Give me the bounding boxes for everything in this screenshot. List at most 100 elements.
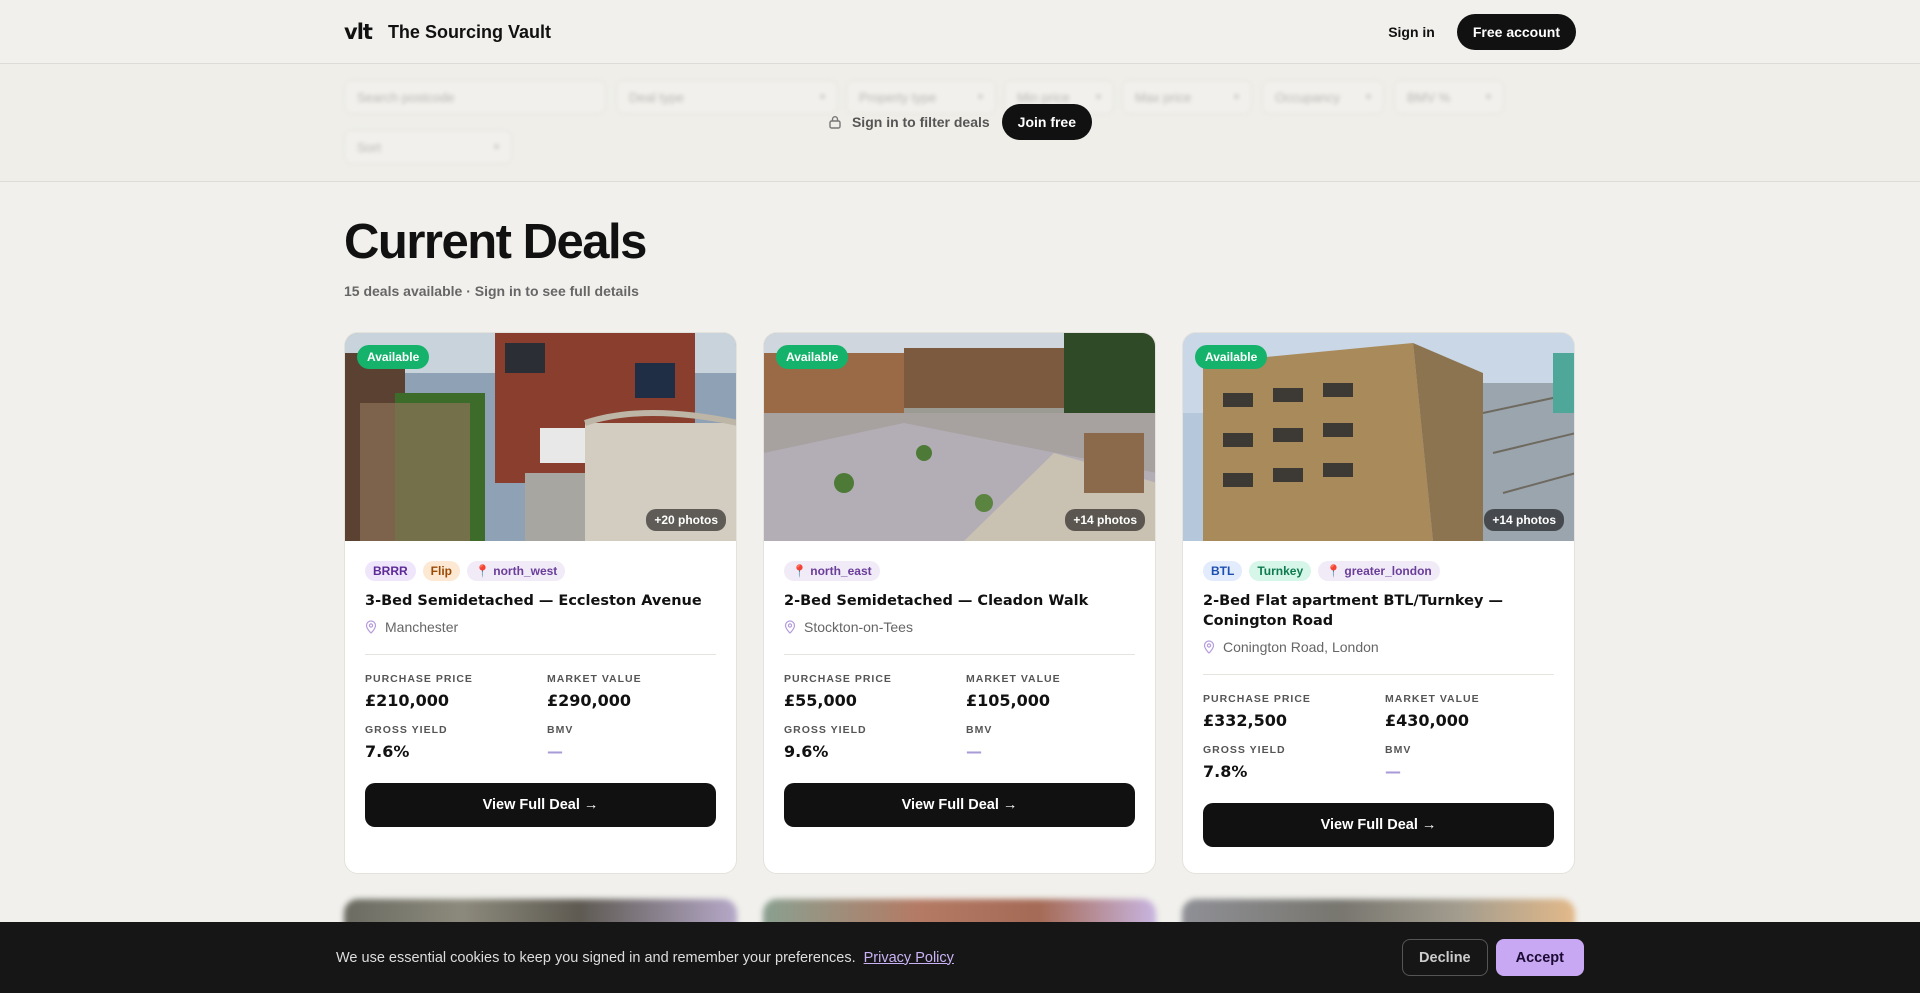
- deal-card[interactable]: Available +14 photos BTL Turnkey 📍 great…: [1182, 332, 1575, 874]
- filter-bar: Search postcode Deal type ▾ Property type…: [0, 64, 1920, 182]
- market-value-value: £430,000: [1385, 711, 1470, 730]
- tag-region: 📍 north_west: [467, 561, 566, 581]
- map-pin-icon: [365, 620, 377, 634]
- deal-title[interactable]: 2-Bed Flat apartment BTL/Turnkey — Conin…: [1203, 591, 1554, 631]
- chevron-down-icon: ▾: [1095, 91, 1101, 103]
- tag-region: 📍 north_east: [784, 561, 880, 581]
- join-free-button[interactable]: Join free: [1001, 104, 1093, 140]
- purchase-price-label: PURCHASE PRICE: [784, 673, 892, 685]
- gross-yield-value: 7.8%: [1203, 762, 1248, 781]
- chevron-down-icon: ▾: [977, 91, 983, 103]
- photos-count-badge[interactable]: +20 photos: [646, 509, 726, 531]
- divider: [365, 654, 716, 655]
- location-text: Conington Road, London: [1223, 639, 1379, 655]
- filter-lock-overlay: Sign in to filter deals Join free: [344, 104, 1576, 140]
- market-value-value: £290,000: [547, 691, 632, 710]
- min-price-label: Min price: [1017, 89, 1070, 105]
- purchase-price-label: PURCHASE PRICE: [1203, 693, 1311, 705]
- gross-yield-label: GROSS YIELD: [1203, 744, 1286, 756]
- tag-list: BRRR Flip 📍 north_west: [365, 561, 716, 581]
- cookie-banner: We use essential cookies to keep you sig…: [0, 922, 1920, 993]
- location-text: Manchester: [385, 619, 459, 635]
- deal-location: Stockton-on-Tees: [784, 619, 1135, 635]
- brand[interactable]: vlt The Sourcing Vault: [344, 20, 551, 44]
- tag-strategy: Flip: [422, 561, 460, 581]
- gross-yield-label: GROSS YIELD: [365, 724, 448, 736]
- view-full-deal-button[interactable]: View Full Deal →: [1203, 803, 1554, 847]
- brand-name: The Sourcing Vault: [387, 21, 551, 42]
- chevron-down-icon: ▾: [1365, 91, 1371, 103]
- tag-strategy: BRRR: [365, 561, 416, 581]
- lock-message: Sign in to filter deals: [828, 114, 990, 130]
- deal-stats: PURCHASE PRICE £210,000 MARKET VALUE £290,…: [365, 673, 716, 761]
- deal-location: Manchester: [365, 619, 716, 635]
- deal-location: Conington Road, London: [1203, 639, 1554, 655]
- gross-yield-value: 9.6%: [784, 742, 829, 761]
- max-price-label: Max price: [1135, 89, 1192, 105]
- deal-title[interactable]: 3-Bed Semidetached — Eccleston Avenue: [365, 591, 716, 611]
- lock-text: Sign in to filter deals: [851, 114, 990, 130]
- property-type-label: Property type: [859, 89, 937, 105]
- purchase-price-label: PURCHASE PRICE: [365, 673, 473, 685]
- market-value-value: £105,000: [966, 691, 1051, 710]
- deals-grid: Available +20 photos BRRR Flip 📍 north_w…: [344, 332, 1576, 874]
- bmv-label: BMV %: [1407, 89, 1451, 105]
- privacy-policy-link[interactable]: Privacy Policy: [864, 950, 954, 966]
- bmv-value: —: [547, 742, 563, 761]
- cookie-message: We use essential cookies to keep you sig…: [336, 950, 954, 966]
- bmv-label: BMV: [1385, 744, 1412, 756]
- accept-button[interactable]: Accept: [1495, 939, 1584, 976]
- deal-card[interactable]: Available +14 photos 📍 north_east 2-Bed …: [763, 332, 1156, 874]
- deal-title[interactable]: 2-Bed Semidetached — Cleadon Walk: [784, 591, 1135, 611]
- bmv-label: BMV: [966, 724, 993, 736]
- chevron-down-icon: ▾: [819, 91, 825, 103]
- tag-region: 📍 greater_london: [1318, 561, 1440, 581]
- deal-photo[interactable]: Available +14 photos: [764, 333, 1155, 541]
- location-text: Stockton-on-Tees: [804, 619, 913, 635]
- purchase-price-value: £210,000: [365, 691, 450, 710]
- occupancy-label: Occupancy: [1275, 89, 1341, 105]
- gross-yield-label: GROSS YIELD: [784, 724, 867, 736]
- deal-card[interactable]: Available +20 photos BRRR Flip 📍 north_w…: [344, 332, 737, 874]
- logo: vlt: [344, 20, 373, 44]
- divider: [1203, 674, 1554, 675]
- bmv-value: —: [1385, 762, 1401, 781]
- status-badge: Available: [1195, 345, 1268, 369]
- main-content: Current Deals 15 deals available · Sign …: [344, 182, 1576, 979]
- deal-photo[interactable]: Available +20 photos: [345, 333, 736, 541]
- tag-strategy: BTL: [1203, 561, 1243, 581]
- divider: [784, 654, 1135, 655]
- tag-strategy: Turnkey: [1249, 561, 1312, 581]
- deals-count-subtitle: 15 deals available · Sign in to see full…: [344, 283, 639, 299]
- decline-button[interactable]: Decline: [1402, 939, 1488, 976]
- photos-count-badge[interactable]: +14 photos: [1484, 509, 1564, 531]
- status-badge: Available: [357, 345, 430, 369]
- market-value-label: MARKET VALUE: [1385, 693, 1480, 705]
- purchase-price-value: £55,000: [784, 691, 857, 710]
- deal-photo[interactable]: Available +14 photos: [1183, 333, 1574, 541]
- chevron-down-icon: ▾: [1485, 91, 1491, 103]
- lock-icon: [829, 116, 841, 129]
- sign-in-link[interactable]: Sign in: [1388, 24, 1435, 40]
- view-full-deal-button[interactable]: View Full Deal →: [784, 783, 1135, 827]
- photos-count-badge[interactable]: +14 photos: [1065, 509, 1145, 531]
- map-pin-icon: [784, 620, 796, 634]
- market-value-label: MARKET VALUE: [966, 673, 1061, 685]
- status-badge: Available: [776, 345, 849, 369]
- deal-stats: PURCHASE PRICE £55,000 MARKET VALUE £105,0…: [784, 673, 1135, 761]
- chevron-down-icon: ▾: [1233, 91, 1239, 103]
- bmv-value: —: [966, 742, 982, 761]
- search-placeholder: Search postcode: [357, 89, 455, 105]
- view-full-deal-button[interactable]: View Full Deal →: [365, 783, 716, 827]
- chevron-down-icon: ▾: [493, 141, 499, 153]
- tag-list: 📍 north_east: [784, 561, 1135, 581]
- sort-label: Sort: [357, 139, 381, 155]
- top-header: vlt The Sourcing Vault Sign in Free acco…: [0, 0, 1920, 64]
- gross-yield-value: 7.6%: [365, 742, 410, 761]
- free-account-button[interactable]: Free account: [1456, 14, 1576, 50]
- map-pin-icon: [1203, 640, 1215, 654]
- cookie-text: We use essential cookies to keep you sig…: [336, 949, 856, 966]
- deal-stats: PURCHASE PRICE £332,500 MARKET VALUE £430,…: [1203, 693, 1554, 781]
- tag-list: BTL Turnkey 📍 greater_london: [1203, 561, 1554, 581]
- bmv-label: BMV: [547, 724, 574, 736]
